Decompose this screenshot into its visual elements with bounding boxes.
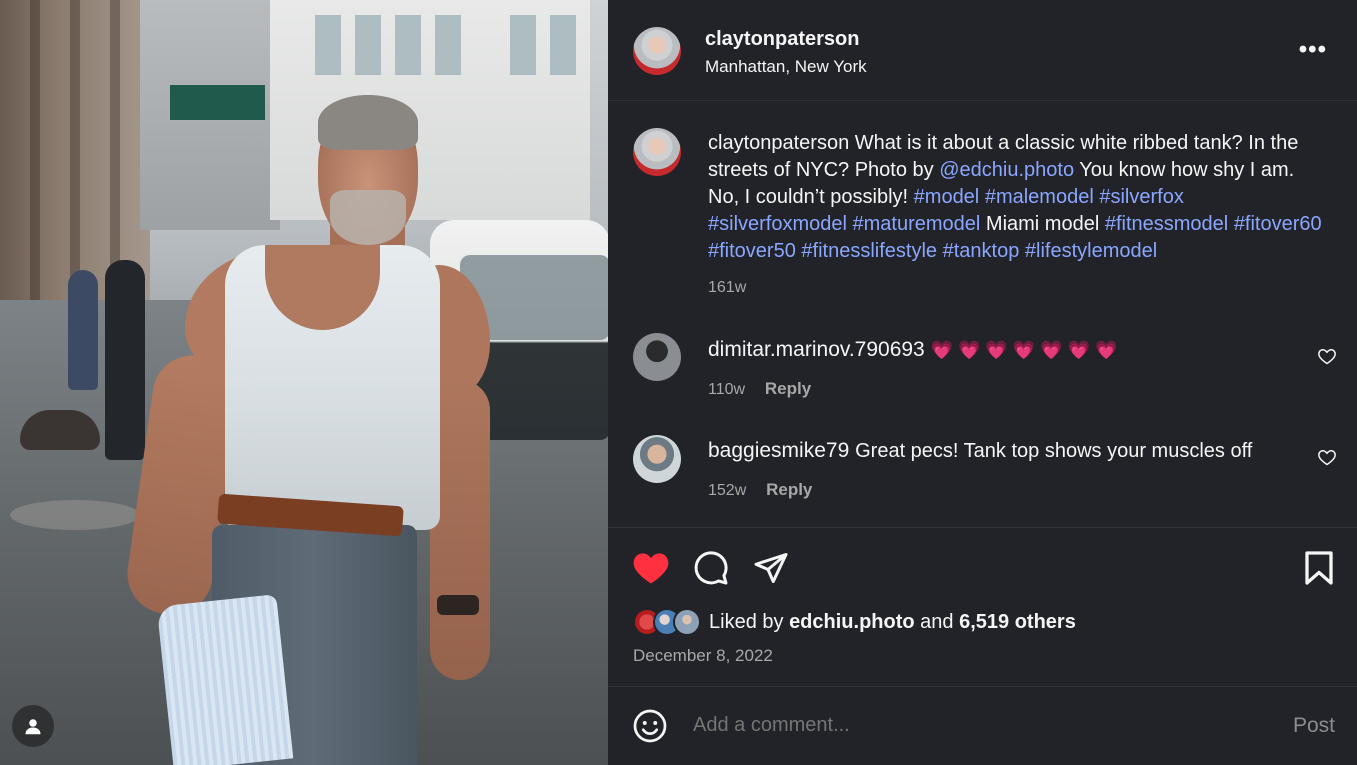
puddle <box>10 500 140 530</box>
comment-icon <box>694 551 728 585</box>
tagged-users-button[interactable] <box>12 705 54 747</box>
more-icon[interactable]: ••• <box>1299 36 1327 64</box>
hashtag[interactable]: #lifestylemodel <box>1025 240 1157 262</box>
post-panel: claytonpaterson Manhattan, New York ••• … <box>608 0 1357 765</box>
comment-text: 💗 💗 💗 💗 💗 💗 💗 <box>930 340 1118 360</box>
model-figure <box>122 95 490 765</box>
hashtag[interactable]: #silverfox <box>1099 186 1183 208</box>
likes-prefix: Liked by <box>709 610 784 633</box>
likes-user[interactable]: edchiu.photo <box>789 611 915 634</box>
post-date[interactable]: December 8, 2022 <box>633 646 773 666</box>
author-username[interactable]: claytonpaterson <box>705 28 859 51</box>
caption-text: Miami model <box>980 213 1105 235</box>
caption-username[interactable]: claytonpaterson <box>708 132 849 154</box>
bookmark-icon <box>1305 551 1333 585</box>
save-button[interactable] <box>1299 548 1339 588</box>
likes-summary[interactable]: Liked by edchiu.photo and 6,519 others <box>633 608 1076 636</box>
hashtag[interactable]: #fitover60 <box>1234 213 1322 235</box>
hashtag[interactable]: #fitnesslifestyle <box>801 240 937 262</box>
hashtag[interactable]: #malemodel <box>985 186 1094 208</box>
comment-like-icon[interactable] <box>1317 447 1337 467</box>
hashtag[interactable]: #fitover50 <box>708 240 796 262</box>
share-button[interactable] <box>751 548 791 588</box>
caption-mention[interactable]: @edchiu.photo <box>939 159 1074 181</box>
action-bar: Liked by edchiu.photo and 6,519 others D… <box>608 527 1357 687</box>
background-person <box>68 270 98 390</box>
post-photo[interactable] <box>0 0 608 765</box>
share-icon <box>754 553 788 583</box>
comment-item: dimitar.marinov.790693 💗 💗 💗 💗 💗 💗 💗 110… <box>708 336 1318 404</box>
likes-and: and <box>920 610 954 633</box>
user-icon <box>25 719 41 735</box>
comment-avatar[interactable] <box>633 333 681 381</box>
add-comment-bar: Post <box>608 688 1357 765</box>
liker-avatar <box>673 608 701 636</box>
post-header: claytonpaterson Manhattan, New York ••• <box>608 0 1357 101</box>
comment-like-icon[interactable] <box>1317 346 1337 366</box>
post-caption: claytonpaterson What is it about a class… <box>708 130 1328 301</box>
reply-button[interactable]: Reply <box>766 480 812 499</box>
hashtag[interactable]: #silverfoxmodel <box>708 213 847 235</box>
caption-time[interactable]: 161w <box>708 279 746 296</box>
comment-username[interactable]: baggiesmike79 <box>708 439 849 462</box>
background-person <box>105 260 145 460</box>
comment-text: Great pecs! Tank top shows your muscles … <box>855 440 1253 462</box>
post-comment-button[interactable]: Post <box>1293 714 1335 738</box>
caption-avatar[interactable] <box>633 128 681 176</box>
hashtag[interactable]: #fitnessmodel <box>1105 213 1228 235</box>
comment-item: baggiesmike79 Great pecs! Tank top shows… <box>708 437 1318 505</box>
heart-icon <box>633 553 669 584</box>
comment-time[interactable]: 110w <box>708 381 745 398</box>
like-button[interactable] <box>631 548 671 588</box>
comment-avatar[interactable] <box>633 435 681 483</box>
hashtag[interactable]: #maturemodel <box>853 213 981 235</box>
comment-time[interactable]: 152w <box>708 482 746 499</box>
comment-input[interactable] <box>693 714 1253 737</box>
emoji-icon <box>633 709 667 743</box>
emoji-button[interactable] <box>630 706 670 746</box>
post-location[interactable]: Manhattan, New York <box>705 57 867 77</box>
comment-username[interactable]: dimitar.marinov.790693 <box>708 338 925 361</box>
hashtag[interactable]: #tanktop <box>943 240 1020 262</box>
likes-others[interactable]: 6,519 others <box>959 611 1076 634</box>
hashtag[interactable]: #model <box>914 186 980 208</box>
dog <box>20 410 100 450</box>
reply-button[interactable]: Reply <box>765 379 811 398</box>
author-avatar[interactable] <box>633 27 681 75</box>
comment-button[interactable] <box>691 548 731 588</box>
